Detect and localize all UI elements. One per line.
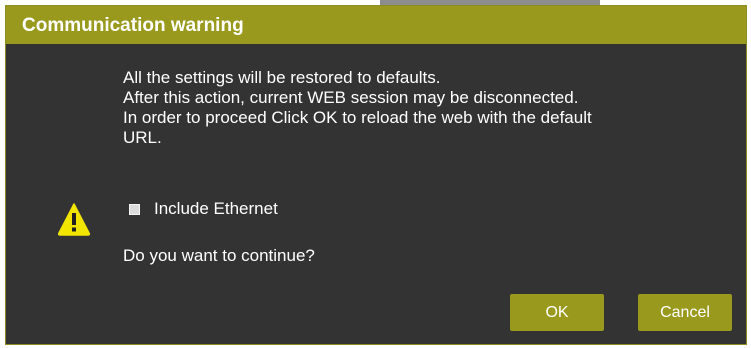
message-line: All the settings will be restored to def… bbox=[123, 68, 441, 87]
message-line: URL. bbox=[123, 128, 162, 147]
ok-button[interactable]: OK bbox=[510, 294, 604, 331]
dialog-message: All the settings will be restored to def… bbox=[123, 68, 723, 148]
continue-question: Do you want to continue? bbox=[123, 246, 315, 265]
communication-warning-dialog: Communication warning All the settings w… bbox=[5, 5, 747, 345]
warning-triangle-icon bbox=[57, 203, 91, 236]
dialog-title: Communication warning bbox=[22, 15, 244, 36]
include-ethernet-row[interactable]: Include Ethernet bbox=[129, 198, 278, 220]
message-line: After this action, current WEB session m… bbox=[123, 88, 579, 107]
message-line: In order to proceed Click OK to reload t… bbox=[123, 108, 592, 127]
include-ethernet-label[interactable]: Include Ethernet bbox=[154, 199, 278, 219]
dialog-titlebar: Communication warning bbox=[6, 6, 746, 44]
include-ethernet-checkbox[interactable] bbox=[129, 203, 140, 215]
cancel-button[interactable]: Cancel bbox=[638, 294, 732, 331]
